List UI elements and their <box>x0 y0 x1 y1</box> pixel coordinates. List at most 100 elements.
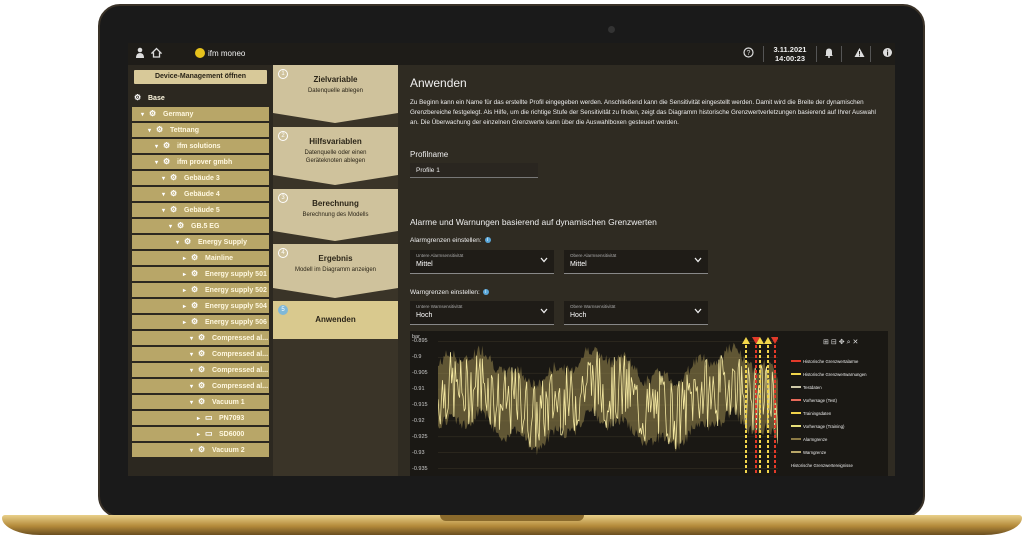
pan-icon[interactable]: ✥ <box>839 339 847 346</box>
expand-arrow-icon[interactable]: ▾ <box>162 204 170 217</box>
help-icon[interactable]: ? <box>742 47 754 59</box>
expand-arrow-icon[interactable]: ▾ <box>190 332 198 345</box>
step-zielvariable[interactable]: 1 Zielvariable Datenquelle ablegen <box>273 65 398 123</box>
y-tick-label: -0.91 <box>412 386 425 393</box>
expand-arrow-icon[interactable]: ▾ <box>169 220 177 233</box>
legend-item[interactable]: Trainingsdaten <box>791 411 831 416</box>
lower-alarm-select[interactable]: Untere Alarmsensitivität Mittel <box>410 250 554 274</box>
step-berechnung[interactable]: 3 Berechnung Berechnung des Modells <box>273 189 398 241</box>
expand-arrow-icon[interactable]: ▸ <box>183 268 191 281</box>
tree-item[interactable]: ▸ ⚙ Energy supply 504 <box>132 299 269 313</box>
info-icon[interactable]: i <box>484 237 491 243</box>
tree-item[interactable]: ▾ ⚙ Vacuum 1 <box>132 395 269 409</box>
wizard-steps: 1 Zielvariable Datenquelle ablegen 2 Hil… <box>273 65 398 476</box>
legend-item[interactable]: Historische Grenzwertalarme <box>791 359 858 364</box>
tree-item[interactable]: ▾ ⚙ Compressed al... <box>132 347 269 361</box>
tree-item[interactable]: ▸ ⚙ Energy supply 502 <box>132 283 269 297</box>
home-icon[interactable] <box>149 47 163 59</box>
expand-arrow-icon[interactable]: ▾ <box>190 444 198 457</box>
legend-swatch <box>791 399 801 401</box>
expand-arrow-icon[interactable]: ▾ <box>176 236 184 249</box>
legend-item[interactable]: Vorhersage (Test) <box>791 398 837 403</box>
expand-arrow-icon[interactable]: ▾ <box>155 156 163 169</box>
tree-item[interactable]: ▾ ⚙ Energy Supply <box>132 235 269 249</box>
user-icon[interactable] <box>134 47 146 59</box>
expand-arrow-icon[interactable]: ▾ <box>190 396 198 409</box>
node-icon: ⚙ <box>163 157 171 166</box>
tree-item[interactable]: ▾ ⚙ Germany <box>132 107 269 121</box>
y-tick-label: -0.93 <box>412 449 425 456</box>
tree-item[interactable]: ▸ ⚙ Mainline <box>132 251 269 265</box>
select-label: Obere Warnsensitivität <box>570 304 616 309</box>
node-icon: ⚙ <box>198 381 206 390</box>
tree-item[interactable]: ▾ ⚙ Gebäude 5 <box>132 203 269 217</box>
legend-label: Historische Grenzwertwarnungen <box>803 372 867 377</box>
tree-item[interactable]: ▾ ⚙ Gebäude 4 <box>132 187 269 201</box>
info-icon[interactable] <box>881 47 893 59</box>
tree-item[interactable]: ▸ ▭ SD6000 <box>132 427 269 441</box>
tree-item[interactable]: ⚙ Base <box>132 91 269 105</box>
camera-dot <box>608 26 615 33</box>
expand-arrow-icon[interactable]: ▾ <box>141 108 149 121</box>
step-title: Hilfsvariablen <box>309 137 362 146</box>
tree-item[interactable]: ▸ ⚙ Energy supply 501 <box>132 267 269 281</box>
tree-item[interactable]: ▾ ⚙ Vacuum 2 <box>132 443 269 457</box>
expand-arrow-icon[interactable]: ▸ <box>183 316 191 329</box>
zoom-out-icon[interactable]: ⊟ <box>831 339 839 346</box>
tree-item[interactable]: ▾ ⚙ Tettnang <box>132 123 269 137</box>
warning-icon[interactable] <box>853 47 865 59</box>
plot-area[interactable] <box>438 335 778 475</box>
history-chart[interactable]: bar -0.895 -0.9 -0.905 -0.91 -0.915 -0.92 -0.9… <box>410 331 888 476</box>
expand-arrow-icon[interactable]: ▾ <box>162 172 170 185</box>
tree-item[interactable]: ▸ ⚙ Energy supply 506 <box>132 315 269 329</box>
device-management-button[interactable]: Device-Management öffnen <box>134 70 267 84</box>
legend-item[interactable]: Warngrenze <box>791 450 826 455</box>
expand-arrow-icon[interactable]: ▸ <box>197 428 205 441</box>
legend-item[interactable]: Alarmgrenze <box>791 437 827 442</box>
expand-arrow-icon[interactable]: ▸ <box>197 412 205 425</box>
tree-item[interactable]: ▾ ⚙ Compressed al... <box>132 363 269 377</box>
top-bar: ifm moneo ? 3.11.2021 14:00:23 <box>128 43 895 65</box>
select-value: Hoch <box>416 312 433 319</box>
expand-arrow-icon[interactable]: ▾ <box>155 140 163 153</box>
step-hilfsvariablen[interactable]: 2 Hilfsvariablen Datenquelle oder einen … <box>273 127 398 185</box>
step-ergebnis[interactable]: 4 Ergebnis Modell im Diagramm anzeigen <box>273 244 398 298</box>
alarm-limits-label: Alarmgrenzen einstellen: i <box>410 237 491 244</box>
info-icon[interactable]: i <box>482 289 489 295</box>
app-logo <box>195 48 205 58</box>
step-anwenden[interactable]: 5 Anwenden <box>273 301 398 339</box>
node-icon: ⚙ <box>198 365 206 374</box>
expand-arrow-icon[interactable]: ▸ <box>183 300 191 313</box>
profile-label: Profilname <box>410 150 449 159</box>
tree-item[interactable]: ▾ ⚙ Compressed al... <box>132 379 269 393</box>
chevron-down-icon <box>694 308 702 316</box>
zoom-in-icon[interactable]: ⊞ <box>823 339 831 346</box>
tree-item[interactable]: ▸ ▭ PN7093 <box>132 411 269 425</box>
expand-arrow-icon[interactable]: ▾ <box>190 364 198 377</box>
device-icon: ▭ <box>205 429 213 438</box>
expand-arrow-icon[interactable]: ▾ <box>148 124 156 137</box>
legend-item[interactable]: Vorhersage (Training) <box>791 424 844 429</box>
upper-alarm-select[interactable]: Obere Alarmsensitivität Mittel <box>564 250 708 274</box>
legend-swatch <box>791 425 801 427</box>
y-tick-label: -0.895 <box>412 338 428 345</box>
expand-arrow-icon[interactable]: ▸ <box>183 252 191 265</box>
svg-text:?: ? <box>746 50 750 57</box>
tree-item-label: Compressed al... <box>212 383 269 390</box>
upper-warn-select[interactable]: Obere Warnsensitivität Hoch <box>564 301 708 325</box>
reset-icon[interactable]: ✕ <box>853 339 861 346</box>
expand-arrow-icon[interactable]: ▾ <box>190 348 198 361</box>
legend-item[interactable]: Historische Grenzwertwarnungen <box>791 372 867 377</box>
profile-name-input[interactable]: Profile 1 <box>410 163 538 178</box>
expand-arrow-icon[interactable]: ▸ <box>183 284 191 297</box>
tree-item[interactable]: ▾ ⚙ Gebäude 3 <box>132 171 269 185</box>
tree-item[interactable]: ▾ ⚙ ifm solutions <box>132 139 269 153</box>
legend-item[interactable]: Testdaten <box>791 385 822 390</box>
lower-warn-select[interactable]: Untere Warnsensitivität Hoch <box>410 301 554 325</box>
tree-item[interactable]: ▾ ⚙ ifm prover gmbh <box>132 155 269 169</box>
bell-icon[interactable] <box>823 47 835 59</box>
expand-arrow-icon[interactable]: ▾ <box>162 188 170 201</box>
expand-arrow-icon[interactable]: ▾ <box>190 380 198 393</box>
tree-item[interactable]: ▾ ⚙ Compressed al... <box>132 331 269 345</box>
tree-item[interactable]: ▾ ⚙ GB.5 EG <box>132 219 269 233</box>
